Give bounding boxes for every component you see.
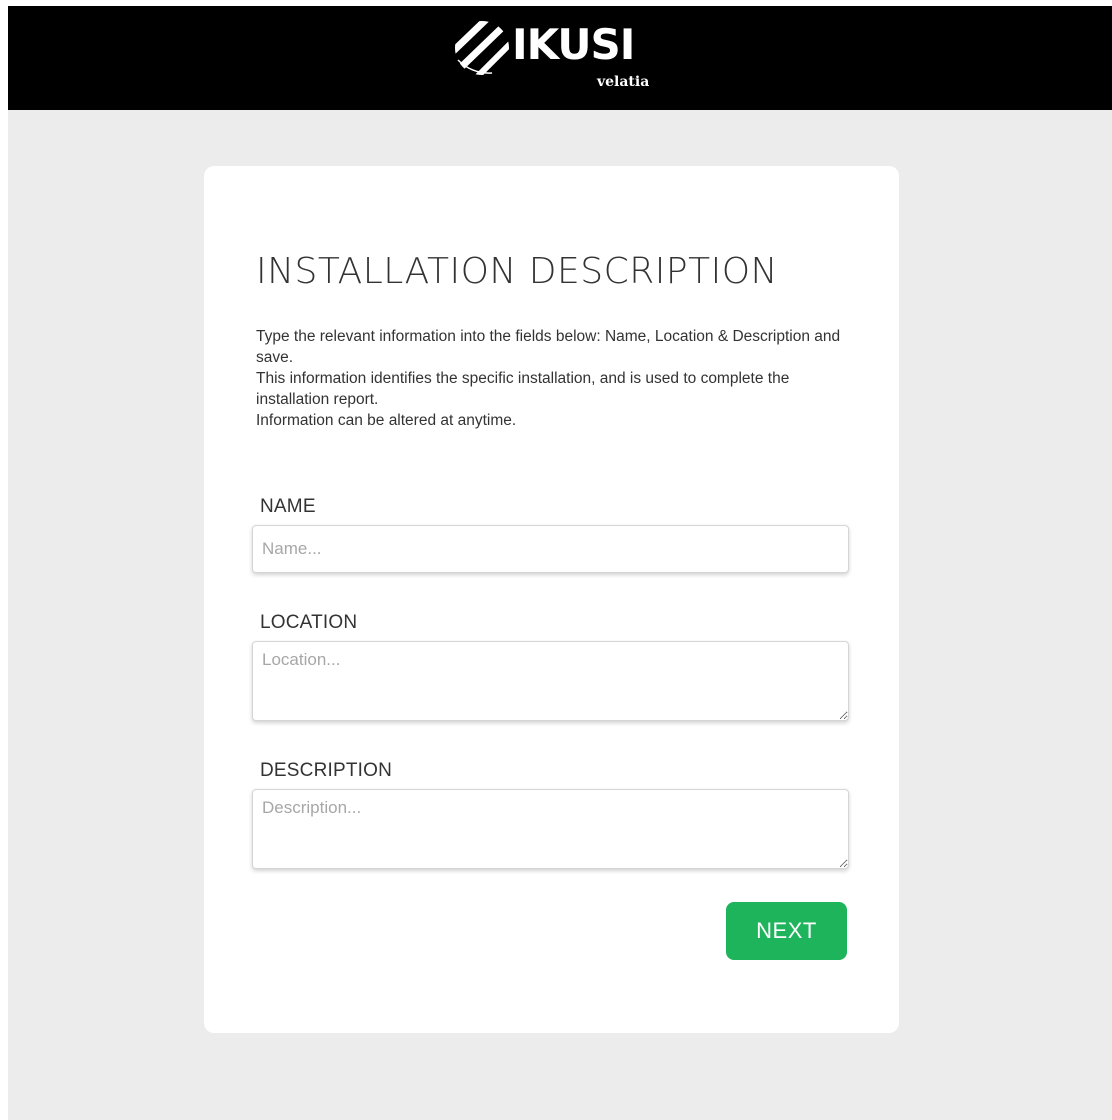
- location-textarea[interactable]: [252, 641, 849, 721]
- name-label: NAME: [260, 496, 316, 517]
- brand-wordmark: IKUSI: [512, 20, 635, 69]
- description-label: DESCRIPTION: [260, 760, 393, 781]
- intro-paragraph-2: This information identifies the specific…: [256, 370, 790, 408]
- top-bar: IKUSI velatia: [8, 6, 1112, 110]
- name-input[interactable]: [252, 525, 849, 573]
- brand-subtitle: velatia: [597, 74, 650, 90]
- installation-form-card: INSTALLATION DESCRIPTION Type the releva…: [204, 166, 899, 1033]
- intro-text: Type the relevant information into the f…: [256, 326, 856, 431]
- intro-paragraph-1: Type the relevant information into the f…: [256, 328, 841, 366]
- next-button[interactable]: NEXT: [726, 902, 847, 960]
- page-title: INSTALLATION DESCRIPTION: [256, 251, 778, 292]
- app-viewport: IKUSI velatia INSTALLATION DESCRIPTION T…: [8, 6, 1112, 1120]
- intro-paragraph-3: Information can be altered at anytime.: [256, 412, 517, 429]
- location-label: LOCATION: [260, 612, 358, 633]
- brand-logo: IKUSI velatia: [452, 16, 672, 100]
- ikusi-logo-icon: [455, 21, 509, 75]
- description-textarea[interactable]: [252, 789, 849, 869]
